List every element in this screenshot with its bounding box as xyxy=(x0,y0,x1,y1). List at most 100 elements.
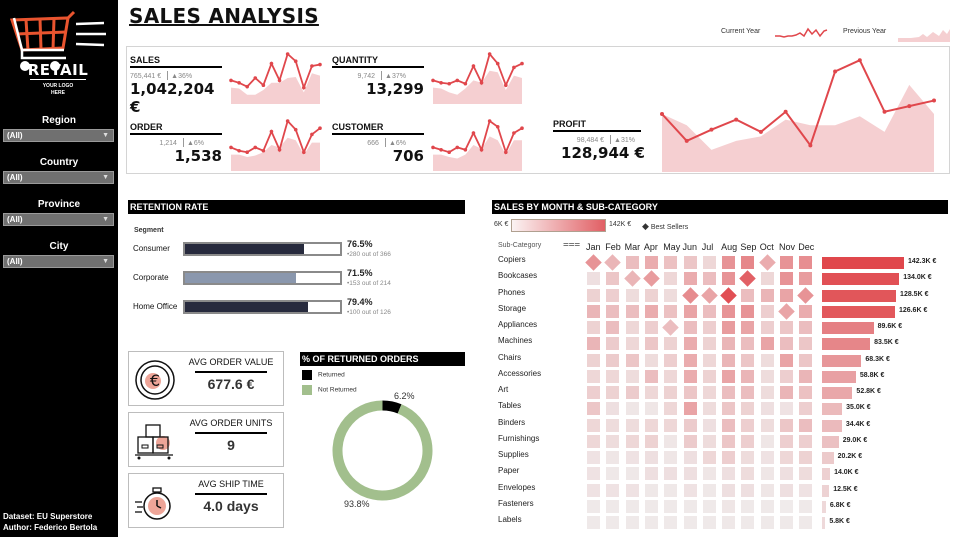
heatmap-cell[interactable] xyxy=(625,483,639,497)
heatmap-cell[interactable] xyxy=(664,337,678,351)
subcategory-total-bar[interactable] xyxy=(822,338,871,351)
heatmap-cell[interactable] xyxy=(625,288,639,302)
heatmap-cell[interactable] xyxy=(664,256,678,269)
subcategory-total-bar[interactable] xyxy=(822,500,826,513)
heatmap-cell[interactable] xyxy=(587,434,600,448)
retention-bar[interactable] xyxy=(183,271,342,285)
legend-returned[interactable]: Returned xyxy=(302,370,345,380)
sort-icon[interactable]: ⩶ xyxy=(563,239,580,250)
heatmap-cell[interactable] xyxy=(780,288,793,302)
heatmap-cell[interactable] xyxy=(760,369,774,383)
heatmap-cell[interactable] xyxy=(606,337,620,351)
heatmap-cell[interactable] xyxy=(625,402,639,416)
heatmap-cell[interactable] xyxy=(702,418,716,432)
best-seller-cell[interactable] xyxy=(623,270,641,288)
best-seller-cell[interactable] xyxy=(739,270,757,288)
heatmap-cell[interactable] xyxy=(644,288,658,302)
heatmap-cell[interactable] xyxy=(702,369,716,383)
heatmap-cell[interactable] xyxy=(722,337,736,351)
heatmap-cell[interactable] xyxy=(722,321,736,334)
heatmap-cell[interactable] xyxy=(664,483,678,497)
heatmap-cell[interactable] xyxy=(780,451,793,464)
subcategory-total-bar[interactable] xyxy=(822,273,900,286)
heatmap-cell[interactable] xyxy=(606,369,620,383)
heatmap-cell[interactable] xyxy=(625,321,639,334)
heatmap-cell[interactable] xyxy=(664,434,678,448)
subcategory-total-bar[interactable] xyxy=(822,370,856,383)
heatmap-cell[interactable] xyxy=(722,353,736,367)
heatmap-cell[interactable] xyxy=(702,272,716,286)
heatmap-cell[interactable] xyxy=(722,483,736,497)
heatmap-cell[interactable] xyxy=(606,304,620,318)
heatmap-cell[interactable] xyxy=(606,353,620,367)
heatmap-cell[interactable] xyxy=(644,483,658,497)
heatmap-cell[interactable] xyxy=(625,304,639,318)
heatmap-cell[interactable] xyxy=(702,499,716,513)
heatmap-cell[interactable] xyxy=(664,516,678,529)
heatmap-cell[interactable] xyxy=(722,369,736,383)
heatmap-cell[interactable] xyxy=(780,467,793,481)
heatmap-cell[interactable] xyxy=(625,386,639,399)
heatmap-cell[interactable] xyxy=(606,516,620,529)
subcategory-total-bar[interactable] xyxy=(822,354,862,367)
heatmap-cell[interactable] xyxy=(760,386,774,399)
heatmap-cell[interactable] xyxy=(625,337,639,351)
subcategory-total-bar[interactable] xyxy=(822,289,897,302)
heatmap-cell[interactable] xyxy=(625,418,639,432)
heatmap-cell[interactable] xyxy=(606,499,620,513)
heatmap-cell[interactable] xyxy=(664,386,678,399)
heatmap-cell[interactable] xyxy=(702,516,716,529)
heatmap-cell[interactable] xyxy=(644,386,658,399)
heatmap-cell[interactable] xyxy=(799,516,813,529)
heatmap-cell[interactable] xyxy=(664,272,678,286)
subcategory-total-bar[interactable] xyxy=(822,419,842,432)
heatmap-cell[interactable] xyxy=(606,467,620,481)
heatmap-cell[interactable] xyxy=(587,272,600,286)
heatmap-cell[interactable] xyxy=(683,386,697,399)
heatmap-cell[interactable] xyxy=(702,386,716,399)
heatmap-cell[interactable] xyxy=(644,337,658,351)
heatmap-cell[interactable] xyxy=(683,304,697,318)
heatmap-cell[interactable] xyxy=(644,321,658,334)
heatmap-cell[interactable] xyxy=(587,369,600,383)
heatmap-cell[interactable] xyxy=(587,321,600,334)
heatmap-cell[interactable] xyxy=(606,418,620,432)
heatmap-cell[interactable] xyxy=(606,288,620,302)
heatmap-cell[interactable] xyxy=(587,337,600,351)
heatmap-cell[interactable] xyxy=(722,499,736,513)
heatmap-cell[interactable] xyxy=(780,418,793,432)
subcategory-total-bar[interactable] xyxy=(822,387,853,399)
best-seller-cell[interactable] xyxy=(778,302,795,320)
retention-bar[interactable] xyxy=(183,242,342,256)
subcategory-total-bar[interactable] xyxy=(822,452,834,464)
heatmap-cell[interactable] xyxy=(760,304,774,318)
heatmap-cell[interactable] xyxy=(780,369,793,383)
heatmap-cell[interactable] xyxy=(741,418,755,432)
heatmap-cell[interactable] xyxy=(625,467,639,481)
best-seller-cell[interactable] xyxy=(797,286,815,304)
heatmap-cell[interactable] xyxy=(741,402,755,416)
heatmap-cell[interactable] xyxy=(799,402,813,416)
heatmap-cell[interactable] xyxy=(702,353,716,367)
heatmap-cell[interactable] xyxy=(683,499,697,513)
heatmap-cell[interactable] xyxy=(625,499,639,513)
heatmap-cell[interactable] xyxy=(587,499,600,513)
heatmap-cell[interactable] xyxy=(799,386,813,399)
best-seller-cell[interactable] xyxy=(681,286,699,304)
heatmap-cell[interactable] xyxy=(644,434,658,448)
heatmap-cell[interactable] xyxy=(741,256,755,269)
heatmap-cell[interactable] xyxy=(741,321,755,334)
heatmap-cell[interactable] xyxy=(606,434,620,448)
heatmap-cell[interactable] xyxy=(644,499,658,513)
heatmap-cell[interactable] xyxy=(722,272,736,286)
heatmap-cell[interactable] xyxy=(760,402,774,416)
heatmap-cell[interactable] xyxy=(683,451,697,464)
heatmap-cell[interactable] xyxy=(644,256,658,269)
heatmap-cell[interactable] xyxy=(644,451,658,464)
heatmap-cell[interactable] xyxy=(741,304,755,318)
heatmap-cell[interactable] xyxy=(760,272,774,286)
subcategory-total-bar[interactable] xyxy=(822,322,874,334)
heatmap-cell[interactable] xyxy=(664,499,678,513)
heatmap-cell[interactable] xyxy=(606,321,620,334)
heatmap-cell[interactable] xyxy=(702,467,716,481)
